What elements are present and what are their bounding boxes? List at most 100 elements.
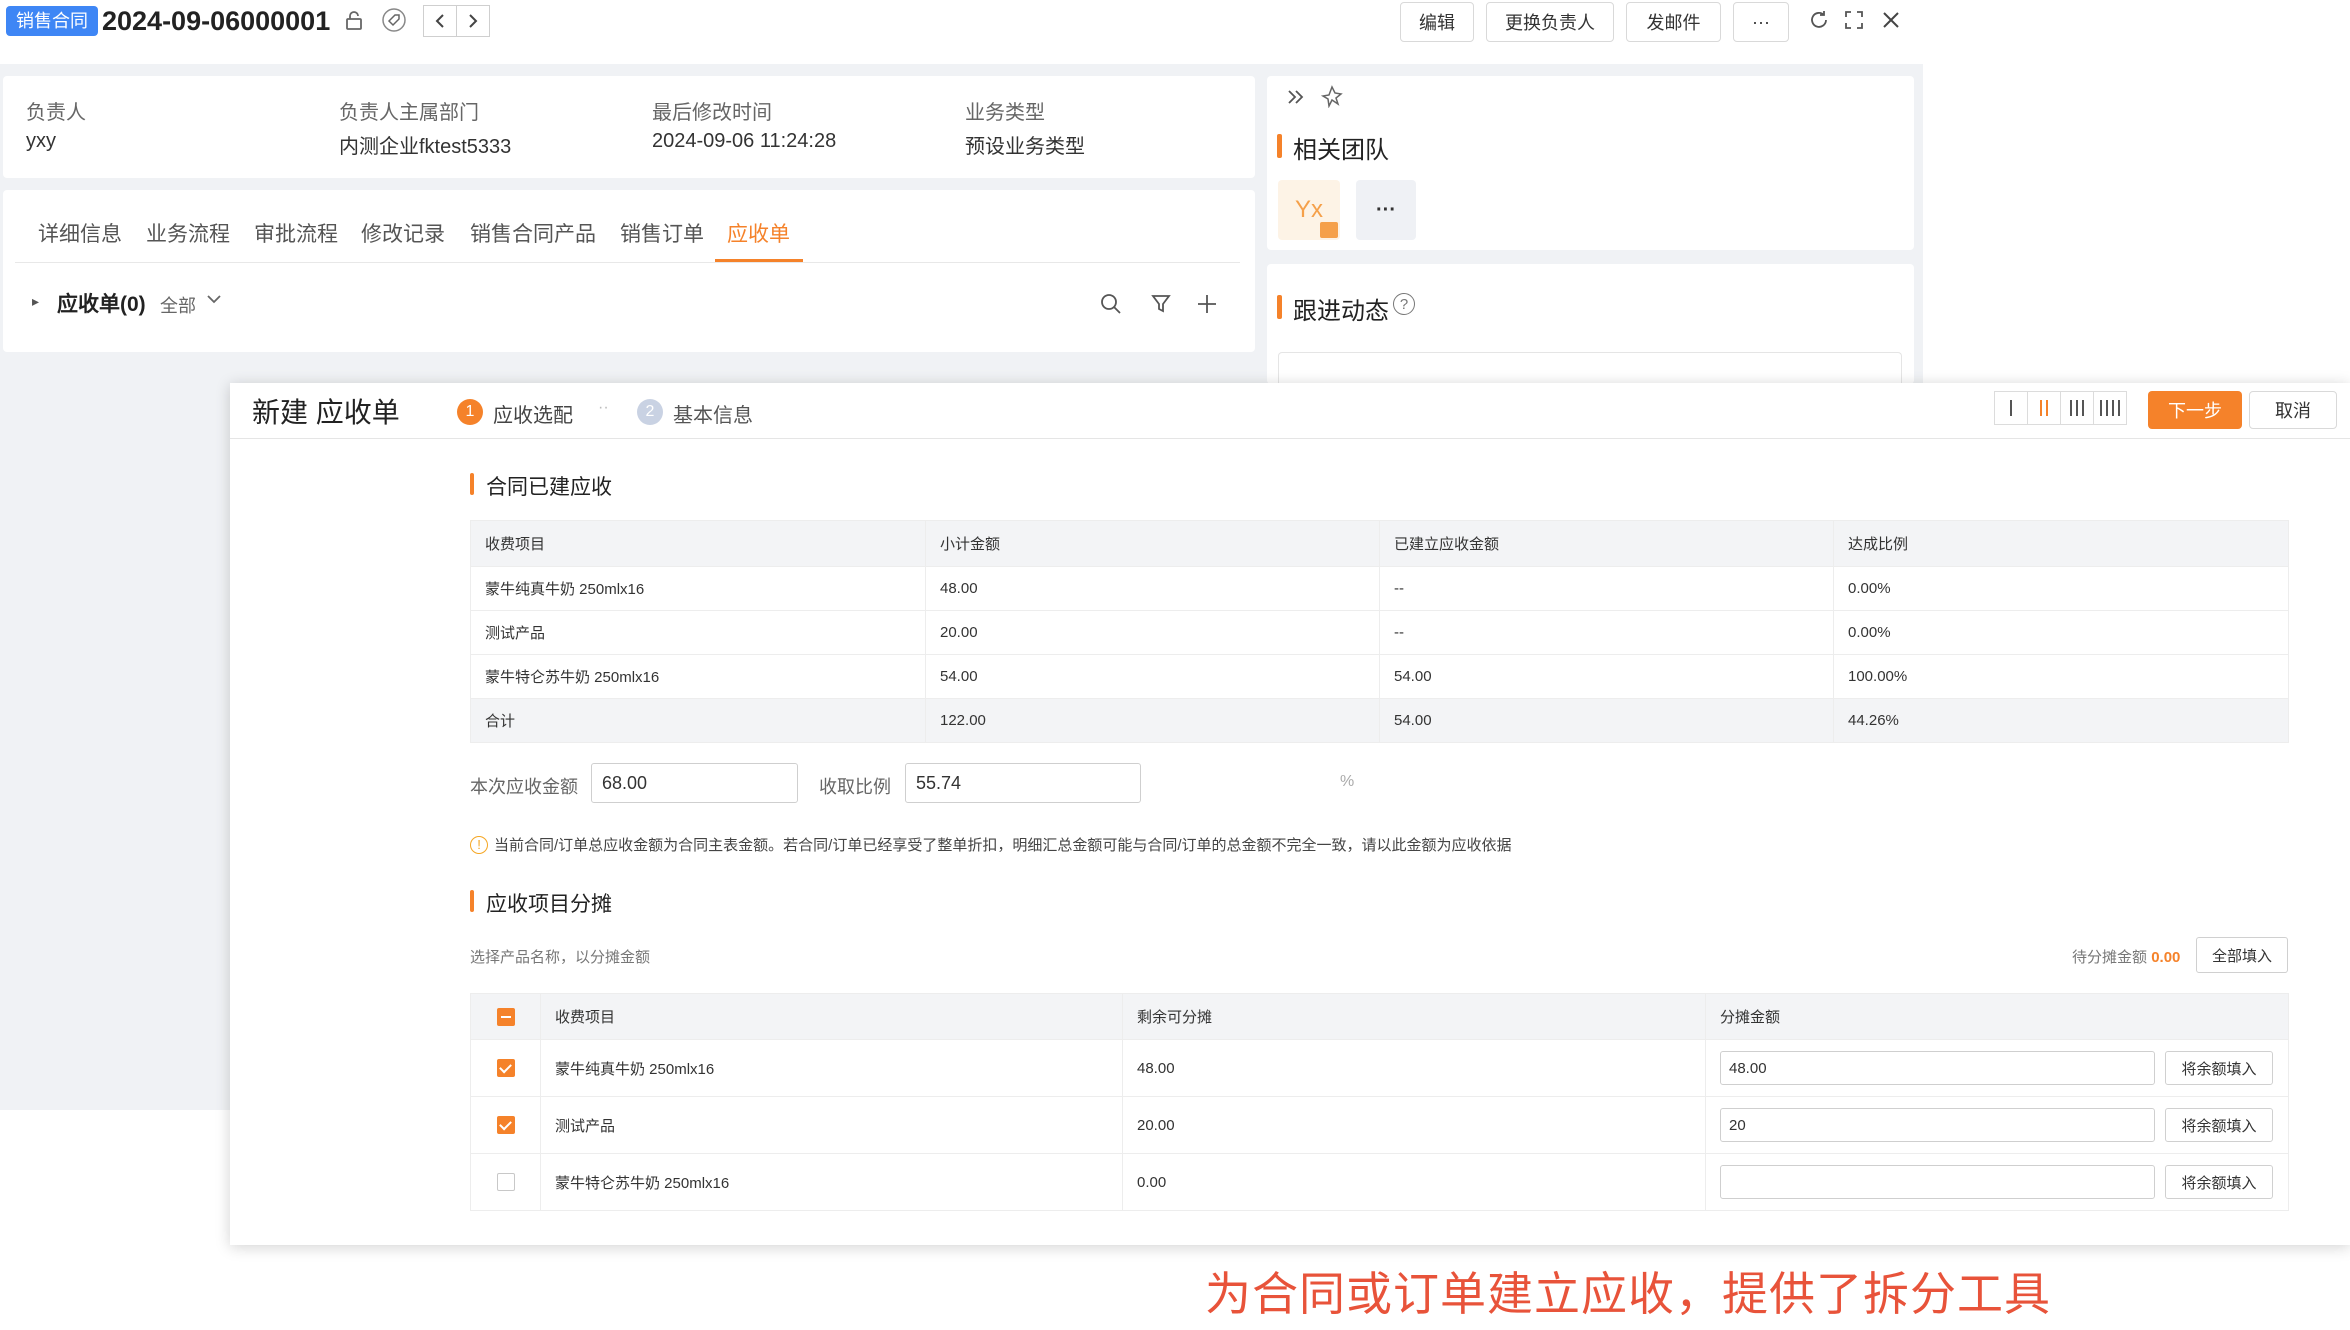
- tab-details[interactable]: 详细信息: [38, 218, 122, 248]
- owner-value[interactable]: yxy: [26, 130, 56, 153]
- table-cell: 将余额填入: [1705, 1153, 2289, 1211]
- row-select-cell: [470, 1096, 541, 1154]
- follow-up-section-title: 跟进动态: [1277, 291, 1389, 326]
- column-header: 小计金额: [925, 520, 1380, 567]
- lock-icon[interactable]: [338, 4, 370, 36]
- fill-remaining-button[interactable]: 将余额填入: [2165, 1051, 2273, 1085]
- allocation-table: 收费项目 剩余可分摊 分摊金额 蒙牛纯真牛奶 250mlx16 48.00 48…: [470, 993, 2289, 1211]
- allocation-hint: 选择产品名称，以分摊金额: [470, 949, 651, 966]
- table-row: 蒙牛纯真牛奶 250mlx16 48.00 -- 0.00%: [470, 566, 2289, 611]
- tab-business-flow[interactable]: 业务流程: [146, 218, 230, 248]
- search-icon[interactable]: [1100, 293, 1122, 320]
- table-cell: 48.00: [1122, 1039, 1706, 1097]
- select-all-cell: [470, 993, 541, 1040]
- row-checkbox[interactable]: [496, 1173, 515, 1192]
- next-record-button[interactable]: [456, 5, 490, 37]
- select-all-checkbox[interactable]: [496, 1007, 515, 1026]
- allocation-amount-input[interactable]: [1720, 1165, 2155, 1199]
- layout-2-column-button[interactable]: [2027, 391, 2061, 425]
- modified-time-label: 最后修改时间: [652, 102, 772, 124]
- column-header: 剩余可分摊: [1122, 993, 1706, 1040]
- chevron-down-icon[interactable]: [205, 290, 223, 313]
- table-cell: 100.00%: [1833, 654, 2289, 699]
- row-checkbox[interactable]: [496, 1116, 515, 1135]
- send-mail-button[interactable]: 发邮件: [1626, 2, 1721, 42]
- caption-text: 为合同或订单建立应收，提供了拆分工具: [1205, 1268, 2051, 1320]
- layout-4-column-button[interactable]: [2093, 391, 2127, 425]
- help-icon[interactable]: ?: [1393, 293, 1415, 315]
- tag-icon[interactable]: [378, 4, 410, 36]
- tab-change-log[interactable]: 修改记录: [361, 218, 445, 248]
- close-icon[interactable]: [1875, 4, 1907, 36]
- tab-receivables[interactable]: 应收单: [727, 218, 790, 248]
- filter-dropdown-label[interactable]: 全部: [160, 292, 196, 318]
- department-label: 负责人主属部门: [339, 102, 479, 124]
- column-header: 收费项目: [540, 993, 1123, 1040]
- row-select-cell: [470, 1153, 541, 1211]
- row-select-cell: [470, 1039, 541, 1097]
- table-cell: 48.00 将余额填入: [1705, 1039, 2289, 1097]
- table-row: 测试产品 20.00 20 将余额填入: [470, 1096, 2289, 1154]
- table-row: 测试产品 20.00 -- 0.00%: [470, 610, 2289, 655]
- fullscreen-icon[interactable]: [1838, 4, 1870, 36]
- record-header: 销售合同 2024-09-06000001 编辑 更换负责人 发邮件 ···: [0, 0, 1923, 64]
- fill-remaining-button[interactable]: 将余额填入: [2165, 1108, 2273, 1142]
- owner-label: 负责人: [26, 102, 86, 124]
- pending-allocation: 待分摊金额 0.00: [2072, 946, 2180, 967]
- cancel-button[interactable]: 取消: [2249, 391, 2337, 429]
- receivable-amount-input[interactable]: 68.00: [591, 763, 798, 803]
- collapse-panel-icon[interactable]: [1285, 86, 1307, 113]
- more-actions-button[interactable]: ···: [1733, 2, 1789, 42]
- step-2-number: 2: [637, 399, 663, 425]
- layout-1-column-button[interactable]: [1994, 391, 2028, 425]
- prev-record-button[interactable]: [423, 5, 457, 37]
- table-header-row: 收费项目 小计金额 已建立应收金额 达成比例: [470, 520, 2289, 567]
- dialog-title: 新建 应收单: [252, 397, 400, 428]
- fill-remaining-button[interactable]: 将余额填入: [2165, 1165, 2273, 1199]
- pending-value: 0.00: [2151, 949, 2181, 966]
- table-header-row: 收费项目 剩余可分摊 分摊金额: [470, 993, 2289, 1040]
- table-cell: --: [1379, 566, 1834, 611]
- layout-3-column-button[interactable]: [2060, 391, 2094, 425]
- column-header: 达成比例: [1833, 520, 2289, 567]
- table-cell: 0.00%: [1833, 610, 2289, 655]
- allocation-amount-input[interactable]: 48.00: [1720, 1051, 2155, 1085]
- tabs-card: [3, 190, 1255, 352]
- collection-ratio-input[interactable]: 55.74: [905, 763, 1141, 803]
- change-owner-button[interactable]: 更换负责人: [1486, 2, 1614, 42]
- crown-icon: [1320, 222, 1338, 238]
- row-checkbox[interactable]: [496, 1059, 515, 1078]
- table-cell: 蒙牛特仑苏牛奶 250mlx16: [470, 654, 926, 699]
- table-cell: 蒙牛特仑苏牛奶 250mlx16: [540, 1153, 1123, 1211]
- step-1-label[interactable]: 应收选配: [493, 399, 573, 428]
- team-more-button[interactable]: ···: [1356, 180, 1416, 240]
- pending-label: 待分摊金额: [2072, 949, 2148, 966]
- table-row: 蒙牛特仑苏牛奶 250mlx16 54.00 54.00 100.00%: [470, 654, 2289, 699]
- warning-icon: !: [470, 835, 488, 854]
- table-cell: --: [1379, 610, 1834, 655]
- dialog-header-divider: [230, 438, 2350, 439]
- step-separator: ··: [598, 399, 609, 416]
- add-icon[interactable]: [1196, 293, 1218, 320]
- total-row: 合计 122.00 54.00 44.26%: [470, 698, 2289, 743]
- refresh-icon[interactable]: [1803, 4, 1835, 36]
- receivable-list-title: 应收单(0): [57, 293, 146, 316]
- tab-contract-products[interactable]: 销售合同产品: [470, 218, 596, 248]
- fill-all-button[interactable]: 全部填入: [2196, 937, 2288, 973]
- table-cell: 0.00%: [1833, 566, 2289, 611]
- allocation-amount-input[interactable]: 20: [1720, 1108, 2155, 1142]
- tabs-divider: [15, 262, 1240, 263]
- filter-icon[interactable]: [1150, 293, 1172, 320]
- tab-sales-orders[interactable]: 销售订单: [620, 218, 704, 248]
- next-step-button[interactable]: 下一步: [2148, 391, 2242, 429]
- step-2-label[interactable]: 基本信息: [673, 399, 753, 428]
- edit-button[interactable]: 编辑: [1400, 2, 1474, 42]
- collection-ratio-label: 收取比例: [819, 777, 891, 797]
- pin-icon[interactable]: [1320, 84, 1344, 113]
- tab-approval-flow[interactable]: 审批流程: [254, 218, 338, 248]
- business-type-label: 业务类型: [965, 102, 1045, 124]
- expand-caret-icon[interactable]: ▸: [32, 293, 39, 310]
- table-cell: 44.26%: [1833, 698, 2289, 743]
- summary-card: 负责人 yxy 负责人主属部门 内测企业fktest5333 最后修改时间 20…: [3, 76, 1255, 178]
- table-cell: 20 将余额填入: [1705, 1096, 2289, 1154]
